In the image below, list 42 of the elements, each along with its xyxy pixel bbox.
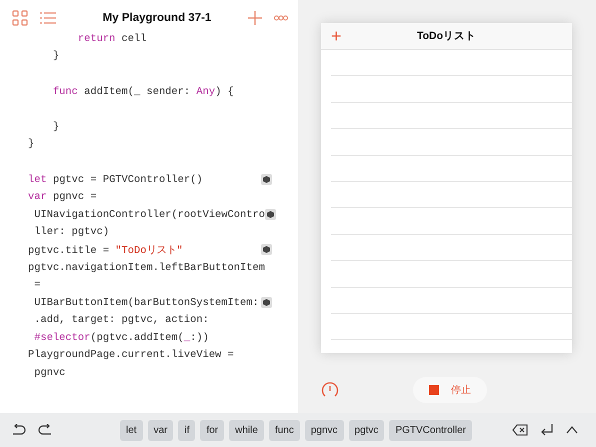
chevron-up-icon[interactable] [566, 426, 578, 434]
code-line: .add, target: pgtvc, action: [33, 314, 209, 326]
more-icon[interactable] [274, 15, 288, 21]
plus-icon[interactable] [248, 11, 262, 25]
code-line: pgtvc.navigationItem.leftBarButtonItem [28, 262, 265, 274]
grid-icon[interactable] [12, 10, 28, 26]
code-line: UIBarButtonItem(barButtonSystemItem: [33, 296, 259, 309]
code-line: var pgnvc = [28, 191, 97, 204]
result-icon[interactable] [264, 209, 276, 220]
code-line: pgtvc.title = "ToDoリスト" [28, 244, 183, 257]
shortcut-key[interactable]: var [148, 420, 174, 440]
navigation-title: ToDoリスト [416, 29, 478, 43]
shortcut-key[interactable]: PGTVController [389, 420, 472, 440]
result-icon[interactable] [261, 244, 272, 256]
code-line: } [52, 120, 60, 133]
code-line: ller: pgtvc) [33, 226, 110, 238]
code-line: #selector(pgtvc.addItem(_:)) [33, 332, 209, 344]
code-line: } [52, 50, 60, 62]
return-icon[interactable] [540, 424, 554, 436]
undo-icon[interactable] [12, 424, 26, 436]
list-icon[interactable] [40, 11, 56, 25]
result-icon[interactable] [261, 297, 272, 308]
result-icon[interactable] [261, 174, 272, 186]
code-line: let pgtvc = PGTVController() [28, 174, 203, 186]
code-line: return cell [76, 32, 146, 45]
delete-icon[interactable] [512, 424, 528, 436]
code-line: } [28, 138, 34, 150]
shortcut-key[interactable]: if [178, 420, 196, 440]
gauge-icon[interactable] [321, 381, 339, 399]
redo-icon[interactable] [38, 424, 52, 436]
code-line: = [33, 279, 40, 292]
code-line: pgnvc [33, 367, 66, 380]
shortcut-key[interactable]: func [268, 420, 300, 440]
shortcut-key[interactable]: while [229, 420, 264, 440]
code-line: UINavigationController(rootViewContro [33, 208, 265, 221]
shortcut-key[interactable]: pgtvc [348, 420, 384, 440]
window-title: My Playground 37-1 [102, 12, 212, 24]
code-line: PlaygroundPage.current.liveView = [28, 349, 234, 362]
shortcut-key[interactable]: let [120, 420, 143, 440]
shortcut-key[interactable]: for [200, 420, 224, 440]
code-line: func addItem(_ sender: Any) { [52, 86, 234, 98]
shortcut-key[interactable]: pgnvc [304, 420, 344, 440]
